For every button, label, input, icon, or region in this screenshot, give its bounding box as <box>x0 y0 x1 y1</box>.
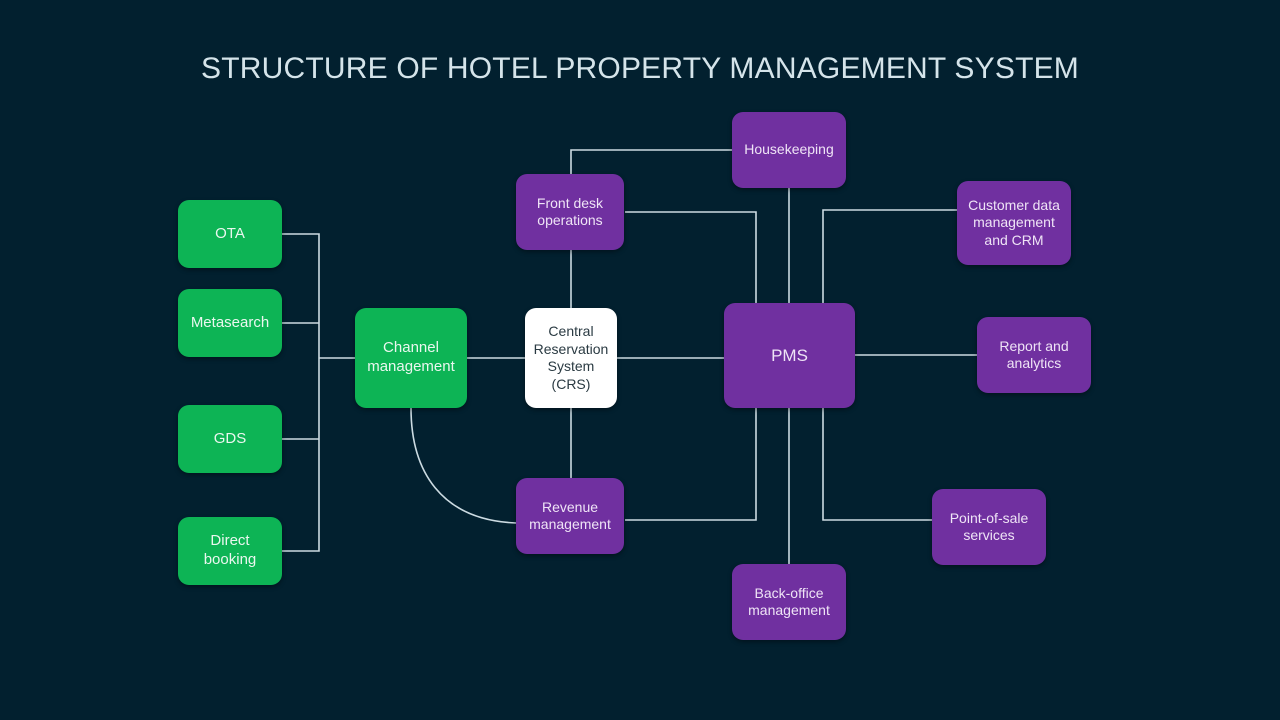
node-revenue-management-label: Revenue management <box>529 498 611 533</box>
node-customer-data-management-label: Customer data management and CRM <box>968 196 1060 248</box>
node-direct-booking-label: Direct booking <box>203 532 257 568</box>
node-point-of-sale-services[interactable]: Point-of-sale services <box>932 489 1046 565</box>
node-housekeeping[interactable]: Housekeeping <box>732 112 846 188</box>
node-metasearch[interactable]: Metasearch <box>178 289 282 357</box>
node-customer-data-management[interactable]: Customer data management and CRM <box>957 181 1071 265</box>
node-ota-label: OTA <box>215 224 245 242</box>
node-channel-management[interactable]: Channel management <box>355 308 467 408</box>
edge-frontdesk-housekeeping <box>570 149 733 174</box>
node-gds[interactable]: GDS <box>178 405 282 473</box>
node-report-and-analytics-label: Report and analytics <box>999 337 1069 372</box>
node-ota[interactable]: OTA <box>178 200 282 268</box>
edge-pms-customerdata <box>822 209 958 303</box>
node-direct-booking[interactable]: Direct booking <box>178 517 282 585</box>
edge-channel-revenue <box>410 407 517 524</box>
node-report-and-analytics[interactable]: Report and analytics <box>977 317 1091 393</box>
diagram-canvas: STRUCTURE OF HOTEL PROPERTY MANAGEMENT S… <box>0 0 1280 720</box>
node-metasearch-label: Metasearch <box>190 313 270 331</box>
edge-frontdesk-pms <box>625 211 757 303</box>
node-channel-management-label: Channel management <box>367 339 455 375</box>
node-crs[interactable]: Central Reservation System (CRS) <box>525 308 617 408</box>
node-housekeeping-label: Housekeeping <box>744 141 834 158</box>
node-front-desk-operations-label: Front desk operations <box>536 194 604 229</box>
node-crs-label: Central Reservation System (CRS) <box>533 323 609 392</box>
node-pms-label: PMS <box>771 345 808 365</box>
edge-pms-revenue <box>625 408 757 521</box>
node-pms[interactable]: PMS <box>724 303 855 408</box>
node-gds-label: GDS <box>213 429 247 447</box>
edge-bus-left <box>282 233 320 552</box>
edge-pms-pointofsale <box>822 408 932 521</box>
node-back-office-management-label: Back-office management <box>748 584 830 619</box>
node-back-office-management[interactable]: Back-office management <box>732 564 846 640</box>
node-point-of-sale-services-label: Point-of-sale services <box>949 509 1029 544</box>
node-front-desk-operations[interactable]: Front desk operations <box>516 174 624 250</box>
node-revenue-management[interactable]: Revenue management <box>516 478 624 554</box>
